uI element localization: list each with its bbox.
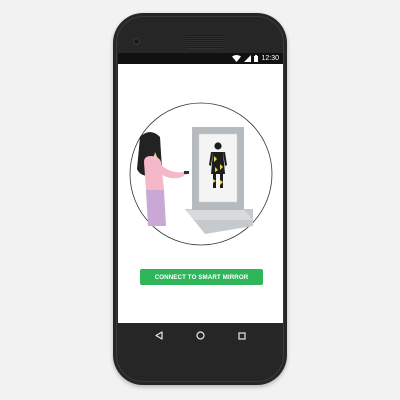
status-time: 12:30 bbox=[261, 55, 279, 62]
status-bar: 12:30 bbox=[118, 53, 283, 64]
android-nav-bar bbox=[118, 323, 283, 348]
recents-icon bbox=[238, 331, 246, 340]
back-icon bbox=[155, 331, 163, 340]
phone-screen: 12:30 CONNECT TO SMART MIRROR bbox=[118, 53, 283, 323]
recents-button[interactable] bbox=[234, 328, 250, 344]
wifi-icon bbox=[232, 55, 242, 62]
battery-icon bbox=[254, 55, 259, 62]
earpiece-speaker bbox=[185, 35, 225, 49]
home-button[interactable] bbox=[192, 328, 208, 344]
front-camera bbox=[133, 38, 140, 45]
back-button[interactable] bbox=[151, 328, 167, 344]
home-icon bbox=[196, 331, 205, 340]
connect-smart-mirror-button[interactable]: CONNECT TO SMART MIRROR bbox=[140, 269, 263, 285]
cell-signal-icon bbox=[244, 55, 252, 62]
